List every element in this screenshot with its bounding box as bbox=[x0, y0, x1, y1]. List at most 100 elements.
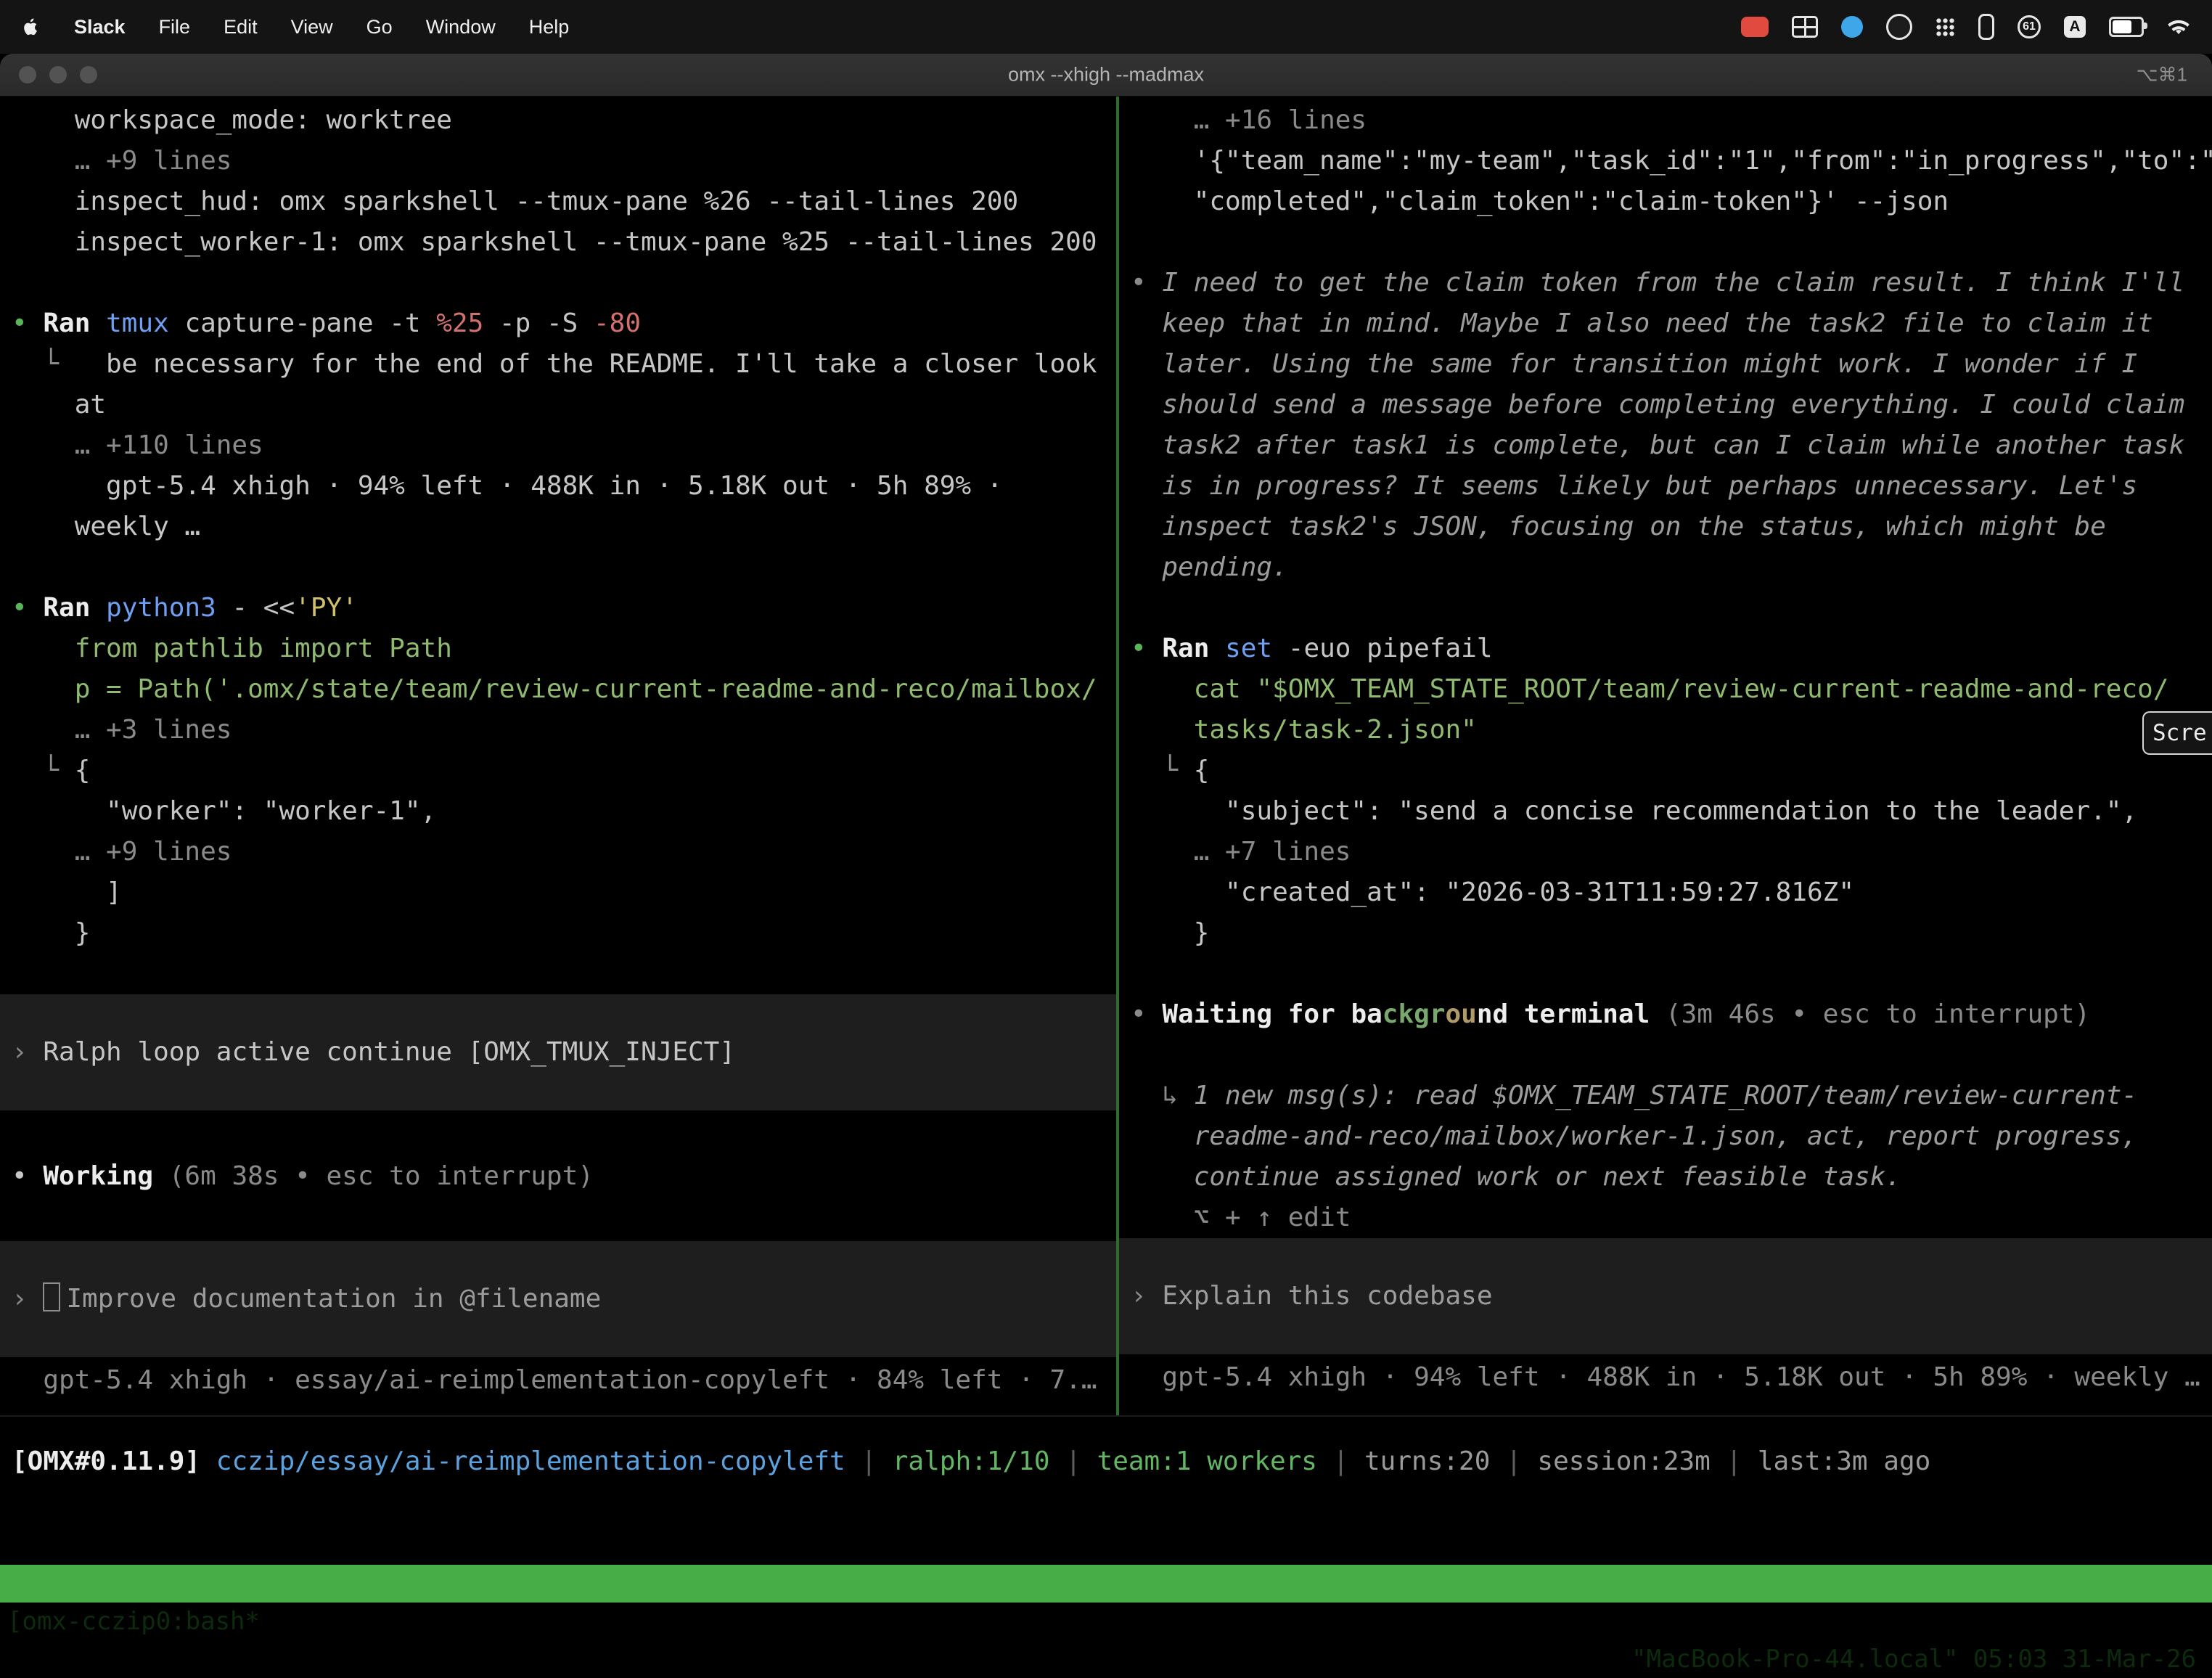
text-run: … +110 lines bbox=[12, 430, 263, 460]
text-run: -p -S bbox=[499, 308, 594, 338]
text-run: Ran bbox=[43, 593, 106, 623]
terminal-line: … +9 lines bbox=[0, 141, 1116, 181]
terminal-line: p = Path('.omx/state/team/review-current… bbox=[0, 669, 1116, 710]
terminal-line: from pathlib import Path bbox=[0, 629, 1116, 669]
menu-item-view[interactable]: View bbox=[291, 16, 333, 38]
input-source-icon[interactable]: A bbox=[2064, 16, 2086, 38]
text-run: ou bbox=[1446, 999, 1477, 1029]
terminal-line: weekly … bbox=[0, 507, 1116, 547]
text-run: p = Path('.omx/state/team/review-current… bbox=[12, 674, 1097, 704]
text-run: tasks/task-2.json" bbox=[1131, 715, 1477, 745]
tmux-host-clock: "MacBook-Pro-44.local" 05:03 31-Mar-26 bbox=[1631, 1640, 2196, 1678]
apple-menu-icon[interactable] bbox=[22, 16, 41, 38]
text-run: • bbox=[1131, 999, 1162, 1029]
menu-status-icons: 61 A bbox=[1741, 14, 2190, 40]
text-run: I need to get the claim token from the c… bbox=[1162, 268, 2184, 298]
text-run: gpt-5.4 xhigh · 94% left · 488K in · 5.1… bbox=[1131, 1362, 2200, 1392]
terminal-pane-left[interactable]: workspace_mode: worktree … +9 lines insp… bbox=[0, 96, 1116, 1415]
text-run: … +3 lines bbox=[12, 715, 232, 745]
composer-input[interactable]: › Explain this codebase bbox=[1119, 1238, 2212, 1354]
text-run: should send a message before completing … bbox=[1131, 390, 2184, 420]
menu-item-edit[interactable]: Edit bbox=[224, 16, 258, 38]
terminal-line: gpt-5.4 xhigh · 94% left · 488K in · 5.1… bbox=[1119, 1357, 2212, 1398]
terminal-line: • Ran tmux capture-pane -t %25 -p -S -80 bbox=[0, 303, 1116, 344]
tmux-session-label: [omx-cczip0:bash* bbox=[7, 1603, 260, 1640]
close-button[interactable] bbox=[19, 66, 36, 83]
terminal-line bbox=[0, 954, 1116, 994]
menu-item-slack[interactable]: Slack bbox=[74, 16, 126, 38]
wifi-icon[interactable] bbox=[2167, 17, 2190, 36]
text-run: ckgr bbox=[1382, 999, 1446, 1029]
terminal-line: inspect_hud: omx sparkshell --tmux-pane … bbox=[0, 181, 1116, 222]
menu-left: Slack File Edit View Go Window Help bbox=[22, 16, 569, 38]
terminal-line: … +9 lines bbox=[0, 832, 1116, 872]
terminal-line: continue assigned work or next feasible … bbox=[1119, 1157, 2212, 1198]
text-run: Working bbox=[43, 1161, 168, 1191]
text-run: team:1 workers bbox=[1097, 1446, 1317, 1476]
terminal-pane-right[interactable]: … +16 lines '{"team_name":"my-team","tas… bbox=[1119, 96, 2212, 1415]
menu-item-help[interactable]: Help bbox=[529, 16, 570, 38]
terminal-line: gpt-5.4 xhigh · essay/ai-reimplementatio… bbox=[0, 1360, 1116, 1401]
text-run: (3m 46s • esc to interrupt) bbox=[1650, 999, 2090, 1029]
text-run: at bbox=[12, 390, 106, 420]
zoom-button[interactable] bbox=[80, 66, 97, 83]
text-run: | bbox=[845, 1446, 893, 1476]
text-run: └ bbox=[12, 756, 75, 785]
screen-recording-indicator[interactable] bbox=[1741, 17, 1769, 37]
text-run: -80 bbox=[594, 308, 641, 338]
blue-app-icon[interactable] bbox=[1841, 16, 1863, 38]
key-icon[interactable] bbox=[1978, 14, 1994, 40]
window-title: omx --xhigh --madmax bbox=[1008, 64, 1204, 86]
terminal-line: pending. bbox=[1119, 547, 2212, 588]
terminal-line: task2 after task1 is complete, but can I… bbox=[1119, 425, 2212, 466]
text-run: gpt-5.4 xhigh · essay/ai-reimplementatio… bbox=[12, 1365, 1097, 1395]
text-run: ralph:1/10 bbox=[893, 1446, 1050, 1476]
text-run: task2 after task1 is complete, but can I… bbox=[1131, 430, 2184, 460]
app-grid-icon[interactable] bbox=[1936, 17, 1955, 37]
terminal-line: └ { bbox=[1119, 750, 2212, 791]
tmux-status-bar: [omx-cczip0:bash* "MacBook-Pro-44.local"… bbox=[0, 1565, 2212, 1603]
battery-icon[interactable] bbox=[2109, 17, 2144, 37]
text-run: Ralph loop active continue [OMX_TMUX_INJ… bbox=[43, 1037, 735, 1067]
composer-input[interactable]: › Improve documentation in @filename bbox=[0, 1241, 1116, 1357]
text-run: gpt-5.4 xhigh · 94% left · 488K in · 5.1… bbox=[12, 471, 1002, 501]
text-run: … +9 lines bbox=[12, 146, 232, 176]
text-run: cat "$OMX_TEAM_STATE_ROOT/team/review-cu… bbox=[1131, 674, 2168, 704]
text-run: - << bbox=[232, 593, 295, 623]
traffic-lights bbox=[19, 66, 97, 83]
terminal-line: • Ran set -euo pipefail bbox=[1119, 629, 2212, 669]
window-title-bar[interactable]: omx --xhigh --madmax ⌥⌘1 bbox=[0, 54, 2212, 97]
menu-item-go[interactable]: Go bbox=[366, 16, 393, 38]
terminal-line bbox=[1119, 222, 2212, 263]
terminal-line: … +16 lines bbox=[1119, 100, 2212, 141]
text-run: Ran bbox=[1162, 634, 1225, 663]
terminal-line: "created_at": "2026-03-31T11:59:27.816Z" bbox=[1119, 872, 2212, 913]
text-run: weekly … bbox=[12, 512, 200, 541]
text-run: … +7 lines bbox=[1131, 837, 1351, 867]
text-run: … +9 lines bbox=[12, 837, 232, 867]
menu-bar: Slack File Edit View Go Window Help 61 A bbox=[0, 0, 2212, 54]
terminal-line: later. Using the same for transition mig… bbox=[1119, 344, 2212, 385]
text-run: • bbox=[1131, 268, 1162, 298]
terminal-line: workspace_mode: worktree bbox=[0, 100, 1116, 141]
window-grid-icon[interactable] bbox=[1792, 16, 1818, 38]
gauge-icon[interactable]: 61 bbox=[2018, 15, 2041, 38]
menu-item-window[interactable]: Window bbox=[426, 16, 496, 38]
terminal-line: • Working (6m 38s • esc to interrupt) bbox=[0, 1156, 1116, 1197]
text-run: } bbox=[1131, 918, 1209, 948]
terminal-line: readme-and-reco/mailbox/worker-1.json, a… bbox=[1119, 1116, 2212, 1157]
text-run: • bbox=[12, 593, 43, 623]
text-run: session:23m bbox=[1537, 1446, 1710, 1476]
terminal-line: … +110 lines bbox=[0, 425, 1116, 466]
terminal-line: gpt-5.4 xhigh · 94% left · 488K in · 5.1… bbox=[0, 466, 1116, 507]
text-run: › bbox=[12, 1037, 43, 1067]
minimize-button[interactable] bbox=[49, 66, 67, 83]
text-run: › bbox=[12, 1284, 43, 1314]
injected-prompt: › Ralph loop active continue [OMX_TMUX_I… bbox=[0, 994, 1116, 1110]
menu-item-file[interactable]: File bbox=[159, 16, 191, 38]
terminal-line: ↳ 1 new msg(s): read $OMX_TEAM_STATE_ROO… bbox=[1119, 1076, 2212, 1116]
terminal-line bbox=[0, 547, 1116, 588]
dark-app-icon[interactable] bbox=[1886, 14, 1912, 40]
text-cursor bbox=[43, 1282, 60, 1311]
terminal-line: should send a message before completing … bbox=[1119, 385, 2212, 425]
